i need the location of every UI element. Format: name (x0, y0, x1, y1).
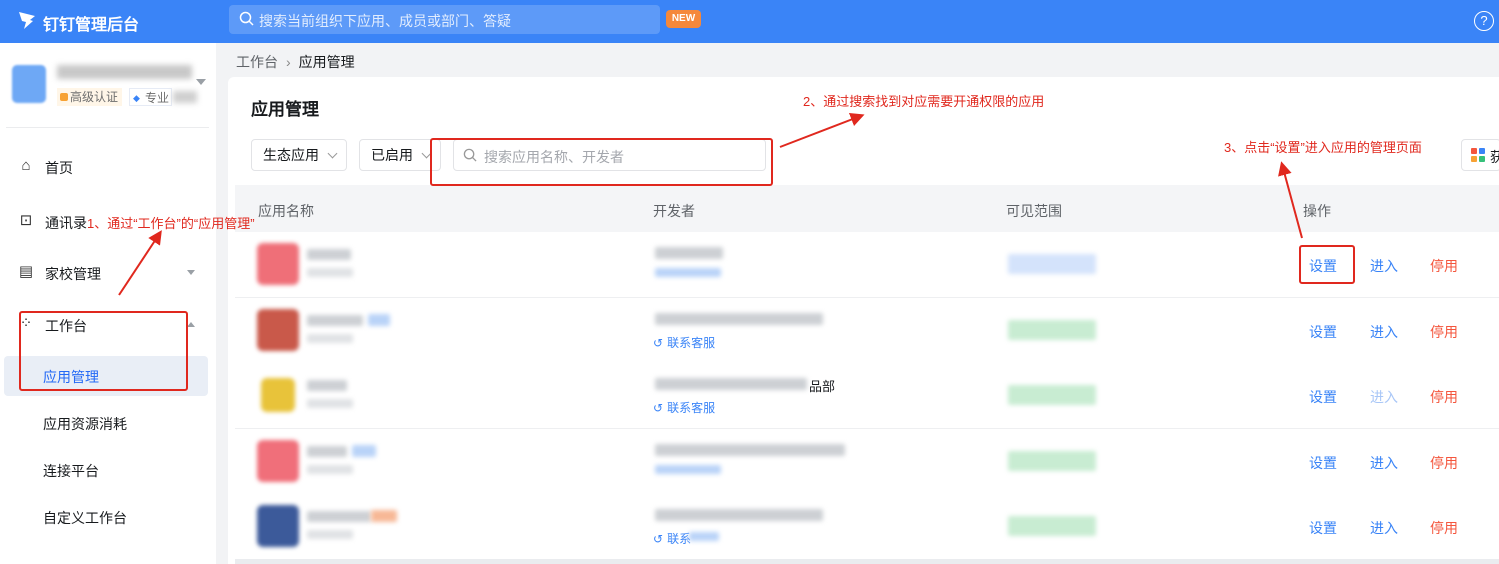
top-bar: 钉钉管理后台 搜索当前组织下应用、成员或部门、答疑 NEW ? (0, 0, 1499, 43)
table-row: 品部 联系客服 设置 进入 停用 (235, 363, 1499, 429)
org-avatar[interactable] (12, 65, 46, 103)
app-icon (261, 378, 295, 412)
annotation-step2: 2、通过搜索找到对应需要开通权限的应用 (803, 94, 1045, 109)
get-app-button[interactable]: 获 (1461, 139, 1499, 171)
app-icon (257, 309, 299, 351)
app-type-select[interactable]: 生态应用 (251, 139, 347, 171)
global-search-input[interactable]: 搜索当前组织下应用、成员或部门、答疑 (229, 5, 660, 34)
sub-item-custom-workbench[interactable]: 自定义工作台 (0, 497, 216, 537)
nav-label: 家校管理 (45, 266, 101, 282)
sidebar: 高级认证 专业 ⌂ 首页 ⊡ 通讯录 ▤ 家校管理 ⁘ 工作台 应用管理 应用资… (0, 43, 216, 564)
org-switch-caret-icon[interactable] (196, 79, 206, 85)
disable-link[interactable]: 停用 (1430, 518, 1458, 538)
table-row: 设置 进入 停用 (235, 429, 1499, 495)
settings-link[interactable]: 设置 (1309, 453, 1337, 473)
status-select[interactable]: 已启用 (359, 139, 441, 171)
highlight-box-settings (1299, 245, 1355, 284)
nav-label: 通讯录 (45, 215, 87, 231)
annotation-step3: 3、点击“设置”进入应用的管理页面 (1224, 140, 1422, 155)
page-title: 应用管理 (251, 100, 319, 119)
school-icon: ▤ (18, 263, 34, 280)
highlight-box-workbench (19, 311, 188, 391)
breadcrumb-current: 应用管理 (298, 54, 355, 70)
enter-link[interactable]: 进入 (1370, 518, 1398, 538)
contact-support-link[interactable]: 联系客服 (653, 334, 715, 351)
breadcrumb-arrow-icon: › (286, 54, 291, 70)
help-icon[interactable]: ? (1474, 11, 1494, 31)
disable-link[interactable]: 停用 (1430, 256, 1458, 276)
search-icon (239, 11, 254, 26)
enter-link[interactable]: 进入 (1370, 256, 1398, 276)
app-type-value: 生态应用 (263, 147, 319, 163)
enter-link[interactable]: 进入 (1370, 387, 1398, 407)
developer-text: 品部 (809, 379, 836, 394)
contacts-icon: ⊡ (19, 212, 33, 229)
annotation-step1: 1、通过“工作台”的“应用管理” (87, 216, 255, 231)
table-row: 联系 设置 进入 停用 (235, 494, 1499, 560)
nav-label: 首页 (45, 160, 73, 176)
chevron-up-icon (187, 322, 195, 327)
enter-link[interactable]: 进入 (1370, 322, 1398, 342)
table-footer-strip (235, 559, 1499, 564)
highlight-box-search (430, 138, 773, 186)
enter-link[interactable]: 进入 (1370, 453, 1398, 473)
org-name-blurred[interactable] (57, 65, 192, 79)
sub-item-app-resource[interactable]: 应用资源消耗 (0, 403, 216, 443)
get-app-label: 获 (1490, 149, 1499, 165)
sub-label: 自定义工作台 (43, 510, 127, 526)
app-title: 钉钉管理后台 (43, 17, 140, 34)
col-developer: 开发者 (653, 203, 695, 219)
chevron-down-icon (187, 270, 195, 275)
settings-link[interactable]: 设置 (1309, 387, 1337, 407)
settings-link[interactable]: 设置 (1309, 518, 1337, 538)
breadcrumb-root[interactable]: 工作台 (236, 54, 278, 70)
table-row: 联系客服 设置 进入 停用 (235, 298, 1499, 364)
sub-item-connect-platform[interactable]: 连接平台 (0, 450, 216, 490)
global-search-placeholder: 搜索当前组织下应用、成员或部门、答疑 (259, 13, 511, 29)
disable-link[interactable]: 停用 (1430, 387, 1458, 407)
pro-label: 专业 (145, 91, 170, 105)
nav-item-home[interactable]: ⌂ 首页 (0, 147, 216, 187)
table-header: 应用名称 开发者 可见范围 操作 (235, 185, 1499, 232)
breadcrumb: 工作台 › 应用管理 (236, 52, 355, 72)
chevron-down-icon (327, 148, 338, 159)
app-icon (257, 505, 299, 547)
dingtalk-logo-icon (19, 12, 35, 29)
cert-tag: 高级认证 (57, 88, 123, 106)
pro-tag: 专业 (129, 88, 198, 107)
new-badge: NEW (666, 10, 701, 28)
contact-support-link[interactable]: 联系客服 (653, 399, 715, 416)
disable-link[interactable]: 停用 (1430, 453, 1458, 473)
settings-link[interactable]: 设置 (1309, 322, 1337, 342)
app-icon (257, 243, 299, 285)
col-app-name: 应用名称 (258, 203, 314, 219)
app-icon (257, 440, 299, 482)
sub-label: 应用资源消耗 (43, 416, 127, 432)
divider (6, 127, 209, 128)
apps-grid-icon (1471, 148, 1485, 162)
disable-link[interactable]: 停用 (1430, 322, 1458, 342)
sub-label: 连接平台 (43, 463, 99, 479)
contact-support-link[interactable]: 联系 (653, 530, 691, 547)
col-visible-scope: 可见范围 (1006, 203, 1062, 219)
status-value: 已启用 (371, 147, 413, 163)
home-icon: ⌂ (21, 157, 31, 174)
col-actions: 操作 (1303, 203, 1331, 219)
nav-item-school[interactable]: ▤ 家校管理 (0, 253, 216, 293)
